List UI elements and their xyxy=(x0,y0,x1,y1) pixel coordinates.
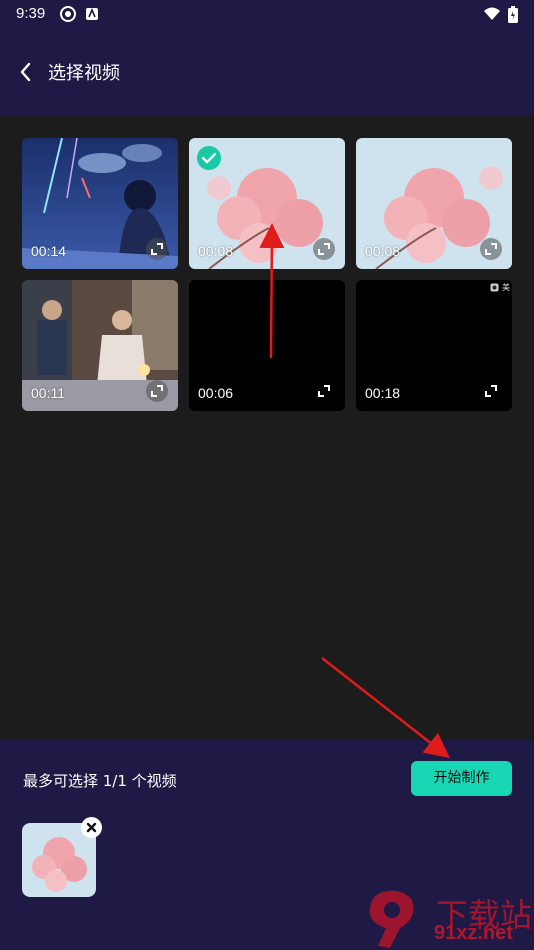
preview-button[interactable] xyxy=(313,380,335,402)
video-duration: 00:06 xyxy=(198,385,234,401)
video-duration: 00:11 xyxy=(31,385,65,401)
wifi-icon xyxy=(483,6,501,22)
expand-icon xyxy=(151,243,163,255)
expand-icon xyxy=(318,385,330,397)
video-tile[interactable]: 美 00:18 xyxy=(356,280,512,411)
expand-icon xyxy=(318,243,330,255)
check-icon xyxy=(201,152,217,164)
watermark-logo-icon xyxy=(369,890,414,948)
video-tile[interactable]: 00:14 xyxy=(22,138,178,269)
selection-limit-text: 最多可选择 1/1 个视频 xyxy=(23,772,177,790)
video-grid: 00:14 00:08 00:08 00:11 00:06 美 00:18 xyxy=(0,116,534,740)
remove-selected-button[interactable] xyxy=(81,817,102,838)
preview-button[interactable] xyxy=(146,380,168,402)
preview-button[interactable] xyxy=(146,238,168,260)
status-bar: 9:39 xyxy=(0,0,534,30)
page-title: 选择视频 xyxy=(48,63,120,84)
expand-icon xyxy=(485,243,497,255)
video-duration: 00:08 xyxy=(365,243,401,259)
video-tile[interactable]: 00:06 xyxy=(189,280,345,411)
video-duration: 00:18 xyxy=(365,385,401,401)
expand-icon xyxy=(151,385,163,397)
badge-label: 美 xyxy=(502,283,510,292)
chevron-left-icon xyxy=(20,62,31,82)
expand-icon xyxy=(485,385,497,397)
back-button[interactable] xyxy=(14,60,38,84)
video-duration: 00:08 xyxy=(198,243,234,259)
preview-button[interactable] xyxy=(313,238,335,260)
video-tile[interactable]: 00:11 xyxy=(22,280,178,411)
preview-button[interactable] xyxy=(480,380,502,402)
selected-check xyxy=(197,146,221,170)
video-badge: 美 xyxy=(490,282,510,293)
watermark-url: 91xz.net xyxy=(434,922,513,944)
battery-icon xyxy=(507,6,519,23)
camera-icon xyxy=(490,283,499,292)
page-header: 选择视频 xyxy=(0,30,534,116)
app-notification-icon xyxy=(60,6,76,22)
preview-button[interactable] xyxy=(480,238,502,260)
close-icon xyxy=(86,822,97,833)
video-duration: 00:14 xyxy=(31,243,67,259)
video-tile[interactable]: 00:08 xyxy=(356,138,512,269)
download-notification-icon xyxy=(85,6,101,22)
start-create-button[interactable]: 开始制作 xyxy=(411,761,512,796)
status-time: 9:39 xyxy=(16,5,46,22)
video-tile[interactable]: 00:08 xyxy=(189,138,345,269)
